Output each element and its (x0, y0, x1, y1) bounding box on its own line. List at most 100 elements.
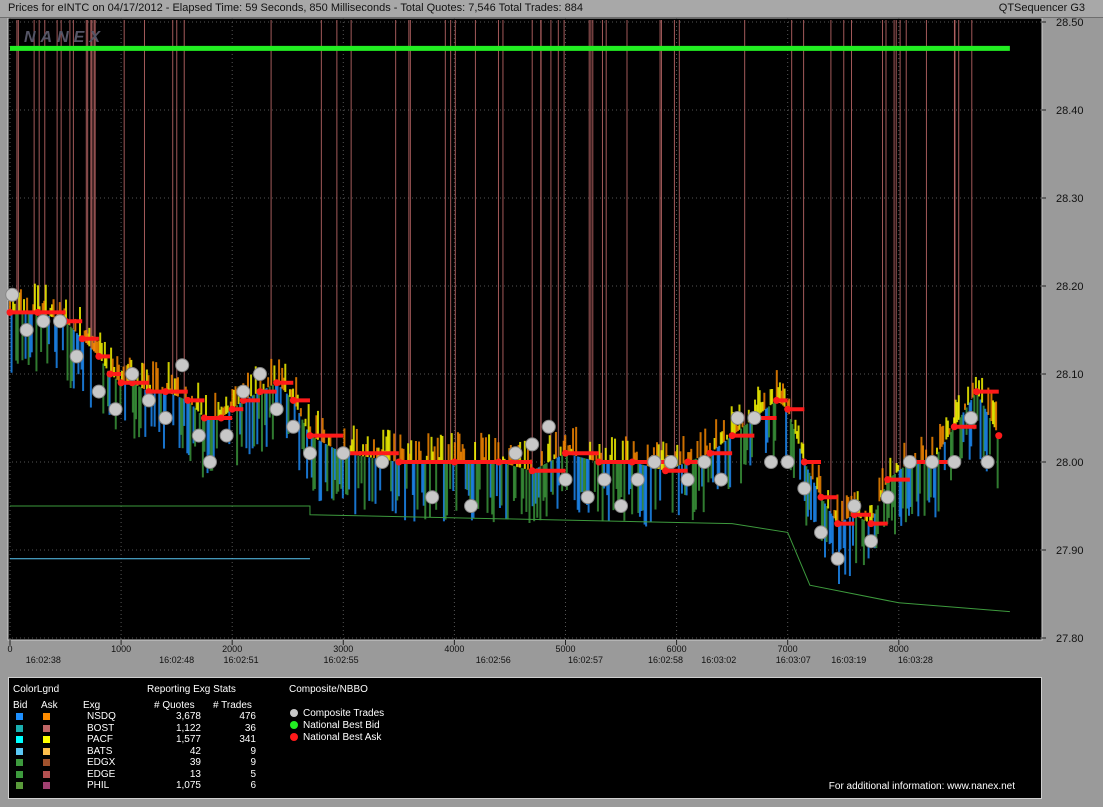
composite-trade-point (302, 446, 317, 461)
trade-count: 9 (250, 757, 256, 768)
quote-count: 1,122 (175, 722, 201, 734)
legend-exg-header: Exg (83, 700, 101, 711)
exchange-name: NSDQ (87, 711, 116, 722)
x-tick-label: 0 (7, 644, 12, 654)
composite-legend-label: National Best Bid (303, 720, 380, 731)
x-axis: 0 1000 2000 3000 4000 5000 6000 7000 8000 (7, 640, 909, 654)
composite-trade-point (764, 455, 779, 469)
composite-trade-point (980, 455, 995, 469)
time-label: 16:03:19 (831, 655, 866, 665)
composite-trade-point (375, 455, 390, 469)
x-tick-label: 6000 (667, 644, 687, 654)
composite-legend-item: National Best Bid (290, 720, 590, 732)
ask-color-swatch (43, 724, 50, 732)
exchange-row-nsdq: NSDQ 3,678 476 (9, 711, 309, 723)
composite-trade-point (108, 402, 123, 417)
trade-count: 5 (250, 768, 256, 780)
composite-trade-point (69, 349, 84, 364)
exchange-row-edge: EDGE 13 5 (9, 769, 309, 781)
composite-trade-point (558, 472, 573, 487)
composite-trade-point (286, 419, 301, 434)
quote-count: 13 (189, 768, 201, 780)
ask-color-swatch (43, 736, 50, 743)
ask-color-swatch (43, 782, 50, 789)
composite-trade-point (19, 323, 34, 337)
quote-count: 1,577 (175, 734, 201, 745)
composite-trade-point (847, 499, 862, 513)
legend-composite-header: Composite/NBBO (289, 684, 368, 695)
composite-trade-point (664, 455, 679, 469)
time-label: 16:02:51 (224, 655, 259, 665)
composite-trade-point (747, 411, 762, 425)
composite-trade-point (52, 314, 67, 329)
app-name: QTSequencer G3 (998, 2, 1085, 14)
time-label: 16:02:56 (476, 655, 511, 665)
composite-trade-point (730, 411, 745, 425)
composite-trade-point (830, 551, 845, 566)
exchange-row-phil: PHIL 1,075 6 (9, 780, 309, 792)
time-label: 16:02:57 (568, 655, 603, 665)
quote-count: 3,678 (175, 711, 201, 722)
bid-color-swatch (16, 724, 23, 732)
composite-trade-point (425, 490, 440, 505)
time-label: 16:02:55 (324, 655, 359, 665)
ask-color-swatch (43, 770, 50, 778)
trade-count: 476 (239, 711, 256, 722)
plot-area (7, 18, 1043, 641)
time-label: 16:03:07 (776, 655, 811, 665)
composite-trade-point (614, 499, 629, 513)
legend-quotes-header: # Quotes (154, 700, 195, 711)
trade-count: 36 (244, 722, 256, 734)
exchange-name: BATS (87, 745, 113, 757)
y-tick-label: 28.40 (1056, 105, 1084, 117)
exchange-name: BOST (87, 722, 115, 734)
national-best-ask-point (995, 432, 1003, 440)
y-tick-label: 28.10 (1056, 369, 1084, 381)
bid-color-swatch (16, 759, 23, 766)
composite-trade-point (91, 384, 106, 399)
ask-color-swatch (43, 713, 50, 720)
legend-bid-header: Bid (13, 700, 28, 711)
y-tick-label: 28.20 (1056, 281, 1084, 293)
info-text: For additional information: www.nanex.ne… (828, 781, 1015, 792)
exchange-name: EDGX (87, 757, 116, 768)
composite-trade-point (880, 490, 895, 505)
ask-color-swatch (43, 759, 50, 766)
bid-color-swatch (16, 713, 23, 720)
composite-trade-point (780, 455, 795, 469)
exchange-name: PACF (87, 734, 113, 745)
composite-trade-point (963, 411, 978, 425)
composite-trade-point (647, 455, 662, 469)
y-tick-label: 28.30 (1056, 193, 1084, 205)
x-tick-label: 2000 (222, 644, 242, 654)
time-label: 16:02:58 (648, 655, 683, 665)
bid-color-swatch (16, 736, 23, 743)
y-tick-label: 28.00 (1056, 457, 1084, 469)
composite-trade-point (508, 446, 523, 461)
legend-ask-header: Ask (41, 700, 58, 711)
composite-trade-point (236, 384, 251, 399)
composite-trade-point (541, 419, 556, 434)
bid-color-swatch (16, 770, 23, 778)
price-chart: NANEX 27.80 27.90 28.00 28.10 28.20 28.30 28.4… (5, 18, 1084, 665)
trade-count: 341 (239, 734, 256, 745)
composite-legend-item: Composite Trades (290, 708, 590, 720)
composite-trade-point (947, 455, 962, 469)
composite-trade-point (630, 472, 645, 487)
x-tick-label: 8000 (889, 644, 909, 654)
composite-trade-point (714, 472, 729, 487)
trade-count: 9 (250, 745, 256, 757)
composite-trade-point (464, 499, 479, 513)
composite-trade-point (252, 367, 267, 381)
x-tick-label: 7000 (778, 644, 798, 654)
x-tick-label: 4000 (444, 644, 464, 654)
composite-legend-item: National Best Ask (290, 732, 590, 744)
composite-legend-label: Composite Trades (303, 708, 385, 719)
legend-colorlgnd-header: ColorLgnd (13, 684, 60, 695)
time-axis: 16:02:38 16:02:48 16:02:51 16:02:55 16:02:56… (26, 655, 933, 665)
quote-count: 1,075 (175, 780, 201, 791)
title-bar: Prices for eINTC on 04/17/2012 - Elapsed… (0, 0, 1103, 18)
time-label: 16:03:02 (701, 655, 736, 665)
x-tick-label: 5000 (555, 644, 575, 654)
x-tick-label: 3000 (333, 644, 353, 654)
